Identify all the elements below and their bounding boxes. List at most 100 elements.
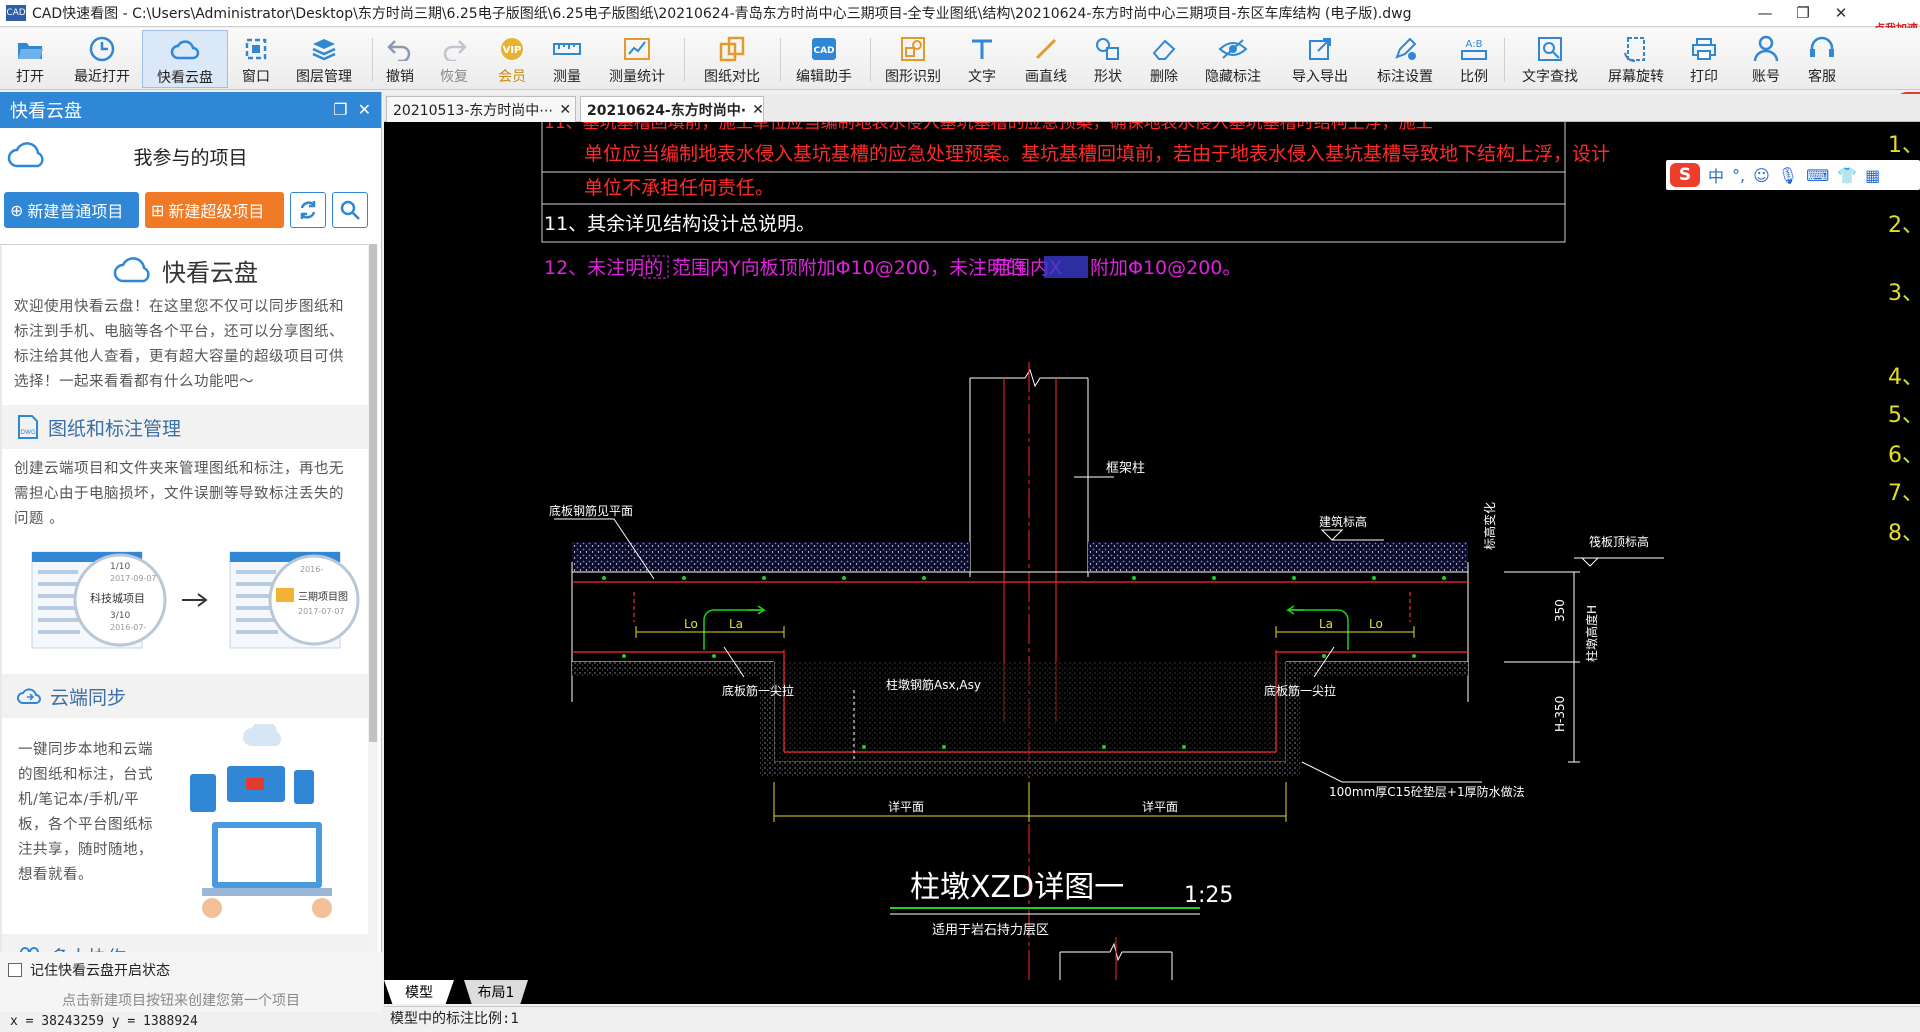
intro-header: 快看云盘 <box>2 245 368 295</box>
tab-model[interactable]: 模型 <box>384 980 454 1004</box>
eye-hide-icon <box>1217 34 1249 64</box>
panel-scrollbar[interactable] <box>368 244 378 952</box>
general-notes: 11、基坑基槽回填前，施工单位应当编制地表水侵入基坑基槽的应急预案，确保地表水侵… <box>541 122 1610 279</box>
illus-left-date2: 2016-07- <box>110 623 146 632</box>
new-super-project-button[interactable]: ⊞ 新建超级项目 <box>145 192 284 228</box>
close-panel-icon[interactable]: ✕ <box>358 100 371 119</box>
note-12a: 12、未注明的 <box>544 257 663 279</box>
sogou-logo-icon: S <box>1670 163 1700 187</box>
maximize-button[interactable]: ❐ <box>1784 0 1822 27</box>
text-search-button[interactable]: 文字查找 <box>1512 30 1588 88</box>
print-button[interactable]: 打印 <box>1682 30 1726 88</box>
coordinate-readout: x = 38243259 y = 1388924 <box>0 1012 382 1032</box>
tab-layout1[interactable]: 布局1 <box>464 980 528 1004</box>
cloud-sync-icon <box>17 688 41 704</box>
account-button[interactable]: 账号 <box>1744 30 1788 88</box>
doc-tab-1[interactable]: 20210513-东方时尚中⋯ ✕ <box>386 96 576 122</box>
sync-icon <box>300 201 316 219</box>
label-Lo-left: Lo <box>684 617 698 631</box>
sync-button[interactable] <box>290 192 326 228</box>
annotation-scale-status: 模型中的标注比例:1 <box>384 1006 1920 1032</box>
rotate-screen-button[interactable]: 屏幕旋转 <box>1598 30 1674 88</box>
main-toolbar: 打开 最近打开 快看云盘 窗口 图层管理 撤销 恢复 VIP 会员 测量 测量统… <box>0 28 1920 90</box>
label-Lo-right: Lo <box>1369 617 1383 631</box>
ime-punctuation[interactable]: °, <box>1732 166 1745 185</box>
scale-button[interactable]: A:B 比例 <box>1452 30 1496 88</box>
checkbox-box[interactable] <box>8 963 22 977</box>
ime-mic-icon[interactable]: 🎙 <box>1778 166 1798 185</box>
measure-stats-button[interactable]: 测量统计 <box>600 30 674 88</box>
shape-recognize-button[interactable]: 图形识别 <box>876 30 950 88</box>
new-normal-project-button[interactable]: ⊕ 新建普通项目 <box>4 192 139 228</box>
open-button[interactable]: 打开 <box>4 30 56 88</box>
cloud-sync-text: 一键同步本地和云端的图纸和标注，台式机/笔记本/手机/平板，各个平台图纸标注共享… <box>18 742 153 883</box>
support-button[interactable]: 客服 <box>1800 30 1844 88</box>
ime-mode-chinese[interactable]: 中 <box>1708 163 1724 187</box>
illus-left-date: 2017-09-07 <box>110 574 157 583</box>
undo-button[interactable]: 撤销 <box>378 30 422 88</box>
app-icon: CAD <box>6 5 26 21</box>
annotation-settings-button[interactable]: 标注设置 <box>1370 30 1440 88</box>
text-button[interactable]: 文字 <box>960 30 1004 88</box>
compare-button[interactable]: 图纸对比 <box>694 30 770 88</box>
note-11-line1: 11、基坑基槽回填前，施工单位应当编制地表水侵入基坑基槽的应急预案，确保地表水侵… <box>544 122 1433 133</box>
close-button[interactable]: ✕ <box>1822 0 1860 27</box>
label-plan-right: 详平面 <box>1142 799 1178 814</box>
vip-button[interactable]: VIP 会员 <box>490 30 534 88</box>
remember-state-checkbox[interactable]: 记住快看云盘开启状态 <box>8 960 170 980</box>
svg-text:4、: 4、 <box>1888 365 1920 390</box>
search-icon <box>340 200 360 220</box>
minimize-button[interactable]: — <box>1746 0 1784 27</box>
window-icon <box>240 34 272 64</box>
svg-text:CAD: CAD <box>813 46 834 56</box>
ime-keyboard-icon[interactable]: ⌨ <box>1806 166 1829 185</box>
text-T-icon <box>966 34 998 64</box>
drawing-canvas[interactable]: 11、基坑基槽回填前，施工单位应当编制地表水侵入基坑基槽的应急预案，确保地表水侵… <box>384 122 1920 980</box>
label-bottom-left: 底板筋一尖拉 <box>722 683 794 698</box>
window-button[interactable]: 窗口 <box>232 30 280 88</box>
import-export-button[interactable]: 导入导出 <box>1282 30 1358 88</box>
ime-menu-icon[interactable]: ▦ <box>1865 166 1880 185</box>
redo-icon <box>438 34 470 64</box>
ime-skin-icon[interactable]: 👕 <box>1837 166 1857 185</box>
draw-line-button[interactable]: 画直线 <box>1018 30 1074 88</box>
svg-text:2、: 2、 <box>1888 213 1920 238</box>
project-actions: ⊕ 新建普通项目 ⊞ 新建超级项目 <box>0 184 381 236</box>
recent-button[interactable]: 最近打开 <box>64 30 140 88</box>
layout-tabs: 模型 布局1 <box>384 980 1920 1004</box>
cloud-drive-button[interactable]: 快看云盘 <box>142 30 228 88</box>
measure-button[interactable]: 测量 <box>544 30 590 88</box>
delete-button[interactable]: 删除 <box>1142 30 1186 88</box>
cloud-icon <box>113 257 150 283</box>
hide-annotation-button[interactable]: 隐藏标注 <box>1198 30 1268 88</box>
layers-icon <box>308 34 340 64</box>
cushion-right <box>1286 662 1468 676</box>
scrollbar-thumb[interactable] <box>369 244 377 742</box>
ime-emoji-icon[interactable]: ☺ <box>1753 166 1770 185</box>
label-plan-left: 详平面 <box>888 799 924 814</box>
input-method-bar[interactable]: S 中 °, ☺ 🎙 ⌨ 👕 ▦ <box>1666 160 1920 190</box>
edit-assistant-button[interactable]: CAD 编辑助手 <box>786 30 862 88</box>
detail-subtitle: 适用于岩石持力层区 <box>932 923 1049 938</box>
layer-manager-button[interactable]: 图层管理 <box>288 30 360 88</box>
window-title: CAD快速看图 - C:\Users\Administrator\Desktop… <box>32 6 1412 22</box>
compare-icon <box>716 34 748 64</box>
label-H350: H-350 <box>1553 696 1567 732</box>
cloud-icon <box>169 35 201 65</box>
redo-button[interactable]: 恢复 <box>432 30 476 88</box>
cloud-sync-card: 一键同步本地和云端的图纸和标注，台式机/笔记本/手机/平板，各个平台图纸标注共享… <box>2 718 368 934</box>
search-button[interactable] <box>332 192 368 228</box>
panel-header: 快看云盘 ❐ ✕ <box>0 92 381 128</box>
cushion-bottom <box>760 762 1300 776</box>
restore-panel-icon[interactable]: ❐ <box>333 100 347 119</box>
doc-tab-2[interactable]: 20210624-东方时尚中· ✕ <box>580 96 764 122</box>
shapes-button[interactable]: 形状 <box>1086 30 1130 88</box>
edit-cad-icon: CAD <box>808 34 840 64</box>
svg-text:3、: 3、 <box>1888 281 1920 306</box>
collaboration-icon <box>20 947 39 952</box>
vip-text: VIP <box>503 45 522 56</box>
illus-right-date: 2017-07-07 <box>298 607 345 616</box>
intro-content: 快看云盘 欢迎使用快看云盘！在这里您不仅可以同步图纸和标注到手机、电脑等各个平台… <box>0 244 376 952</box>
close-tab-icon[interactable]: ✕ <box>559 102 571 118</box>
close-tab-icon[interactable]: ✕ <box>752 102 764 118</box>
